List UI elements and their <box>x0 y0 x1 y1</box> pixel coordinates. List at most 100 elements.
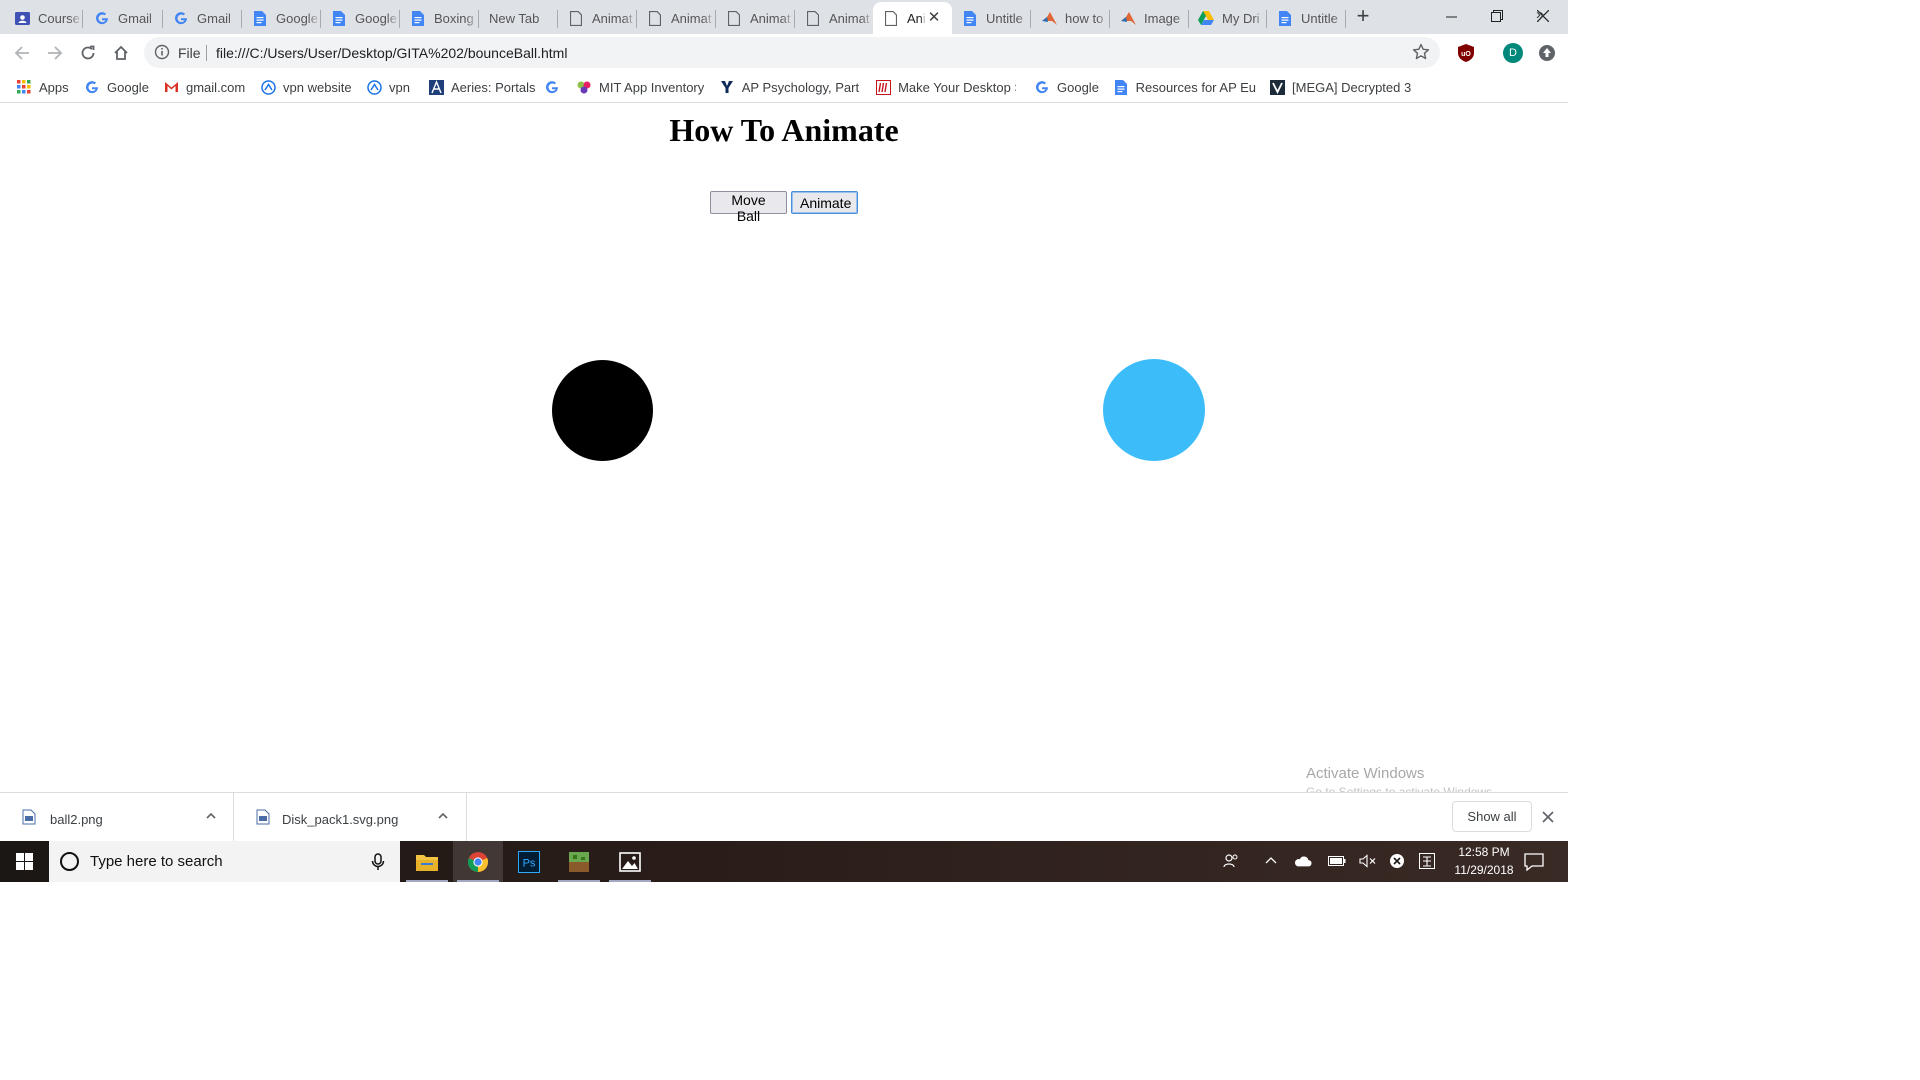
tab[interactable]: Animat <box>637 2 716 34</box>
info-icon[interactable] <box>154 44 170 60</box>
tab[interactable]: Animat <box>795 2 874 34</box>
tab[interactable]: Gmail <box>84 2 163 34</box>
restore-button[interactable] <box>1474 0 1520 32</box>
cortana-icon <box>60 852 79 871</box>
volume-muted-icon[interactable] <box>1359 852 1377 870</box>
tab-active[interactable]: Ani ✕ <box>873 2 952 34</box>
bookmark-item[interactable]: gmail.com <box>163 77 253 97</box>
yale-icon <box>720 79 735 95</box>
photos-icon <box>619 851 641 872</box>
bookmark-item[interactable]: AP Psychology, Part 1 <box>720 77 860 97</box>
action-center-notification-icon[interactable] <box>1523 852 1545 872</box>
clock-time[interactable]: 12:58 PM <box>1449 845 1519 859</box>
taskbar-minecraft[interactable] <box>554 841 604 882</box>
bookmark-item[interactable]: vpn website <box>260 77 356 97</box>
taskbar-chrome[interactable] <box>453 841 503 882</box>
profile-avatar[interactable]: D <box>1503 43 1523 63</box>
bookmark-item[interactable] <box>545 77 561 97</box>
bookmark-item[interactable]: Apps <box>16 77 76 97</box>
docs-icon <box>410 10 426 26</box>
new-tab-button[interactable]: + <box>1352 5 1374 28</box>
download-item[interactable]: ball2.png <box>0 793 234 842</box>
onedrive-cloud-icon[interactable] <box>1294 852 1312 870</box>
bookmark-item[interactable]: Aeries: Portals <box>428 77 536 97</box>
download-item[interactable]: Disk_pack1.svg.png <box>234 793 467 842</box>
tab-title: New Tab <box>489 10 540 26</box>
docs-icon <box>1114 79 1129 95</box>
file-icon <box>568 10 584 26</box>
bookmark-label: Apps <box>39 79 69 95</box>
forward-button[interactable] <box>41 39 69 67</box>
tab-title: Gmail <box>118 10 152 26</box>
apps-grid-icon <box>16 79 32 95</box>
file-icon <box>805 10 821 26</box>
bookmark-item[interactable]: Make Your Desktop S <box>876 77 1016 97</box>
move-ball-button[interactable]: Move Ball <box>710 191 787 224</box>
google-icon <box>545 79 559 95</box>
reload-icon <box>81 45 95 60</box>
download-shelf: ball2.png Disk_pack1.svg.png Show all <box>0 792 1568 842</box>
show-hidden-icons-chevron-up-icon[interactable] <box>1262 852 1280 870</box>
minimize-button[interactable] <box>1428 0 1474 32</box>
taskbar-photos[interactable] <box>605 841 655 882</box>
clock-date[interactable]: 11/29/2018 <box>1449 863 1519 877</box>
bookmark-item[interactable]: Resources for AP Euro <box>1114 77 1256 97</box>
taskbar-photoshop[interactable]: Ps <box>504 841 554 882</box>
tab[interactable]: Google <box>242 2 321 34</box>
bookmark-item[interactable]: vpn <box>366 77 414 97</box>
address-url[interactable]: file:///C:/Users/User/Desktop/GITA%202/b… <box>216 45 567 61</box>
chevron-up-icon[interactable] <box>435 808 451 824</box>
tab[interactable]: Boxing <box>400 2 479 34</box>
bookmarks-overflow-chevron-icon[interactable]: » <box>1536 6 1544 23</box>
taskbar-file-explorer[interactable] <box>402 841 452 882</box>
bookmark-item[interactable]: MIT App Inventory <box>576 77 710 97</box>
bookmark-item[interactable]: [MEGA] Decrypted 3D <box>1270 77 1412 97</box>
start-button[interactable] <box>0 841 48 882</box>
taskbar-search-box[interactable]: Type here to search <box>49 841 400 882</box>
tab-title: Google <box>355 10 397 26</box>
microphone-icon[interactable] <box>371 853 385 871</box>
docs-icon <box>1277 10 1293 26</box>
bookmark-label: AP Psychology, Part 1 <box>741 79 860 95</box>
tab-title: Untitle <box>986 10 1023 26</box>
tab[interactable]: Image <box>1110 2 1189 34</box>
windows-taskbar: Type here to search Ps 12:58 PM 11/29/20… <box>0 841 1568 882</box>
file-explorer-icon <box>416 854 438 871</box>
extension-circle-icon[interactable] <box>1537 43 1557 63</box>
tab-close-icon[interactable]: ✕ <box>926 10 942 26</box>
back-button[interactable] <box>8 39 36 67</box>
bookmark-item[interactable]: Google <box>84 77 154 97</box>
bookmark-star-icon[interactable] <box>1412 43 1430 61</box>
tab[interactable]: Course <box>4 2 83 34</box>
close-icon[interactable] <box>1540 809 1556 825</box>
show-all-downloads-button[interactable]: Show all <box>1452 801 1532 832</box>
ublock-extension-icon[interactable]: uO <box>1456 43 1476 63</box>
tab[interactable]: New Tab <box>479 2 558 34</box>
home-button[interactable] <box>107 39 135 67</box>
tab[interactable]: Gmail <box>163 2 242 34</box>
bookmark-label: Make Your Desktop S <box>898 79 1016 95</box>
people-icon[interactable] <box>1222 852 1240 870</box>
tab-title: Animat <box>750 10 791 26</box>
classroom-icon <box>14 10 30 26</box>
tab[interactable]: Animat <box>558 2 637 34</box>
network-disconnected-icon[interactable] <box>1388 852 1406 870</box>
tab[interactable]: how to <box>1031 2 1110 34</box>
animate-button[interactable]: Animate <box>791 191 858 214</box>
gmail-icon <box>163 79 179 95</box>
reload-button[interactable] <box>74 39 102 67</box>
tab[interactable]: Untitle <box>1267 2 1346 34</box>
chrome-icon <box>467 851 489 872</box>
tab[interactable]: Animat <box>716 2 795 34</box>
tab[interactable]: Untitle <box>952 2 1031 34</box>
battery-icon[interactable] <box>1328 852 1346 870</box>
chevron-up-icon[interactable] <box>203 808 219 824</box>
bookmark-item[interactable]: Google <box>1034 77 1104 97</box>
bookmark-label: Google <box>107 79 149 95</box>
input-method-icon[interactable] <box>1418 852 1436 870</box>
tab[interactable]: Google <box>321 2 400 34</box>
tab-title: Gmail <box>197 10 231 26</box>
tab[interactable]: My Dri <box>1188 2 1267 34</box>
address-bar[interactable]: File file:///C:/Users/User/Desktop/GITA%… <box>144 37 1440 68</box>
page-title: How To Animate <box>669 112 899 148</box>
